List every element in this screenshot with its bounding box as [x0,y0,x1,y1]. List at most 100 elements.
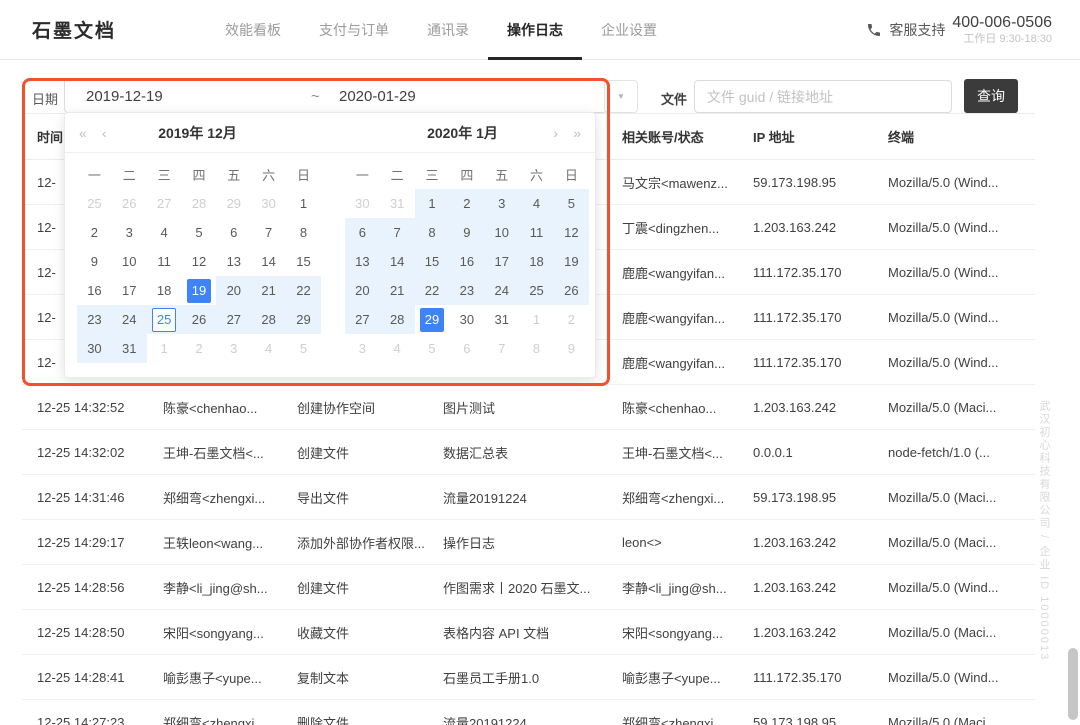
day-cell[interactable]: 11 [519,218,554,247]
nav-item[interactable]: 通讯录 [408,0,488,60]
day-cell[interactable]: 7 [380,218,415,247]
day-cell[interactable]: 20 [216,276,251,305]
day-cell[interactable]: 9 [554,334,589,363]
day-cell[interactable]: 26 [554,276,589,305]
day-cell[interactable]: 2 [77,218,112,247]
day-cell[interactable]: 31 [380,189,415,218]
day-cell[interactable]: 20 [345,276,380,305]
day-cell[interactable]: 13 [345,247,380,276]
day-cell[interactable]: 21 [251,276,286,305]
day-cell[interactable]: 11 [147,247,182,276]
day-cell[interactable]: 18 [519,247,554,276]
selected-day-cell[interactable]: 19 [182,276,217,305]
day-cell[interactable]: 17 [484,247,519,276]
day-cell[interactable]: 25 [519,276,554,305]
day-cell[interactable]: 14 [380,247,415,276]
day-cell[interactable]: 21 [380,276,415,305]
day-cell[interactable]: 9 [77,247,112,276]
day-cell[interactable]: 6 [216,218,251,247]
day-cell[interactable]: 4 [251,334,286,363]
day-cell[interactable]: 30 [251,189,286,218]
day-cell[interactable]: 5 [554,189,589,218]
next-year-icon[interactable]: » [573,113,581,153]
day-cell[interactable]: 12 [554,218,589,247]
date-range-input[interactable]: 2019-12-19 ~ 2020-01-29 [64,79,607,113]
day-cell[interactable]: 8 [519,334,554,363]
nav-item[interactable]: 企业设置 [582,0,676,60]
day-cell[interactable]: 5 [415,334,450,363]
day-cell[interactable]: 27 [345,305,380,334]
day-cell[interactable]: 12 [182,247,217,276]
day-cell[interactable]: 29 [216,189,251,218]
nav-item[interactable]: 支付与订单 [300,0,408,60]
day-cell[interactable]: 27 [147,189,182,218]
selected-day-cell[interactable]: 29 [415,305,450,334]
day-cell[interactable]: 25 [77,189,112,218]
day-cell[interactable]: 15 [286,247,321,276]
day-cell[interactable]: 9 [449,218,484,247]
day-cell[interactable]: 27 [216,305,251,334]
day-cell[interactable]: 28 [380,305,415,334]
day-cell[interactable]: 5 [286,334,321,363]
day-cell[interactable]: 7 [251,218,286,247]
file-search-input[interactable] [694,80,952,113]
nav-item[interactable]: 效能看板 [206,0,300,60]
day-cell[interactable]: 1 [286,189,321,218]
day-cell[interactable]: 10 [484,218,519,247]
day-cell[interactable]: 3 [216,334,251,363]
day-cell[interactable]: 8 [415,218,450,247]
day-cell[interactable]: 26 [112,189,147,218]
day-cell[interactable]: 23 [449,276,484,305]
day-cell[interactable]: 22 [415,276,450,305]
day-cell[interactable]: 4 [147,218,182,247]
day-cell[interactable]: 4 [380,334,415,363]
day-cell[interactable]: 31 [112,334,147,363]
day-cell[interactable]: 15 [415,247,450,276]
day-cell[interactable]: 22 [286,276,321,305]
day-cell[interactable]: 2 [449,189,484,218]
day-cell[interactable]: 14 [251,247,286,276]
query-button[interactable]: 查询 [964,79,1018,113]
day-cell[interactable]: 13 [216,247,251,276]
next-month-icon[interactable]: › [553,113,558,153]
day-cell[interactable]: 3 [345,334,380,363]
vertical-scrollbar[interactable] [1068,648,1078,720]
day-cell[interactable]: 29 [286,305,321,334]
date-end-value[interactable]: 2020-01-29 [339,88,416,105]
day-cell[interactable]: 24 [484,276,519,305]
day-cell[interactable]: 31 [484,305,519,334]
day-cell[interactable]: 10 [112,247,147,276]
day-cell[interactable]: 6 [449,334,484,363]
day-cell[interactable]: 23 [77,305,112,334]
date-start-value[interactable]: 2019-12-19 [65,88,311,105]
day-cell[interactable]: 18 [147,276,182,305]
day-cell[interactable]: 6 [345,218,380,247]
date-preset-dropdown[interactable]: ▼ [604,80,638,113]
day-cell[interactable]: 26 [182,305,217,334]
day-cell[interactable]: 7 [484,334,519,363]
day-number: 26 [117,192,141,216]
day-cell[interactable]: 28 [182,189,217,218]
day-cell[interactable]: 28 [251,305,286,334]
day-cell[interactable]: 1 [147,334,182,363]
day-cell[interactable]: 19 [554,247,589,276]
day-cell[interactable]: 16 [77,276,112,305]
nav-item[interactable]: 操作日志 [488,0,582,60]
day-cell[interactable]: 2 [182,334,217,363]
day-cell[interactable]: 30 [77,334,112,363]
day-cell[interactable]: 1 [519,305,554,334]
day-cell[interactable]: 8 [286,218,321,247]
day-cell[interactable]: 3 [484,189,519,218]
day-cell[interactable]: 4 [519,189,554,218]
day-cell[interactable]: 2 [554,305,589,334]
day-cell[interactable]: 16 [449,247,484,276]
today-day-cell[interactable]: 25 [147,305,182,334]
day-cell[interactable]: 30 [449,305,484,334]
day-cell[interactable]: 5 [182,218,217,247]
day-cell[interactable]: 1 [415,189,450,218]
day-cell[interactable]: 17 [112,276,147,305]
day-cell[interactable]: 3 [112,218,147,247]
day-cell[interactable]: 24 [112,305,147,334]
day-cell[interactable]: 30 [345,189,380,218]
table-cell: 59.173.198.95 [753,490,888,505]
